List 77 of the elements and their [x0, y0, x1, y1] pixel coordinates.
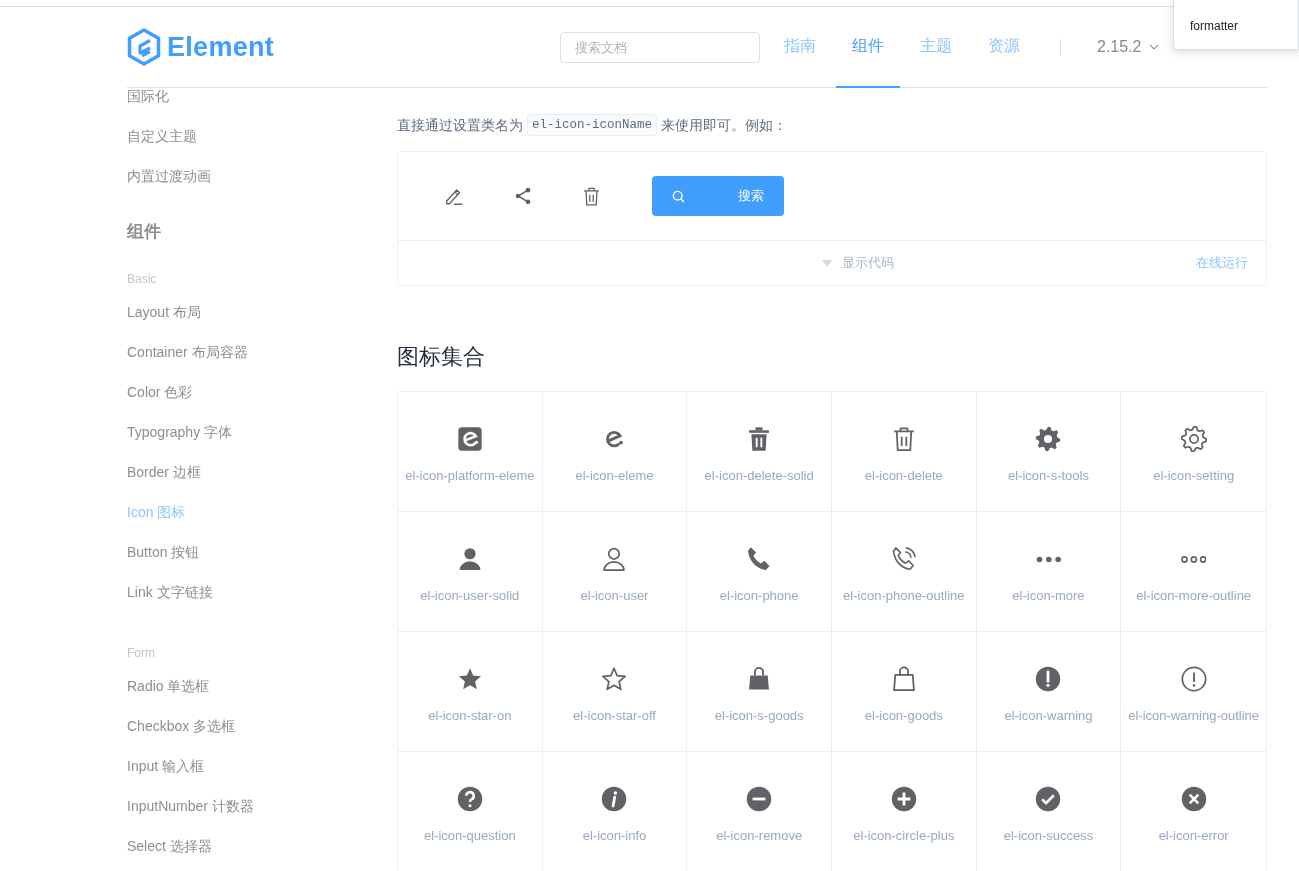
icon-name: el-icon-user: [579, 587, 650, 604]
sidebar-link[interactable]: Typography 字体: [127, 424, 233, 442]
icon-name: el-icon-remove: [715, 827, 804, 844]
sidebar-link[interactable]: Color 色彩: [127, 384, 193, 402]
chevron-down-icon[interactable]: [1149, 44, 1160, 50]
logo-text[interactable]: Element: [167, 31, 275, 63]
icon-name: el-icon-s-tools: [1007, 467, 1090, 484]
show-code-link[interactable]: 显示代码: [842, 254, 894, 272]
check-icon: [1034, 785, 1063, 813]
icon-name: el-icon-platform-eleme: [404, 467, 536, 484]
trash-icon: [581, 185, 602, 207]
minus-icon: [745, 785, 774, 813]
sidebar-link[interactable]: Layout 布局: [127, 304, 201, 322]
section-title: 图标集合: [397, 343, 486, 371]
exclamation-icon: [1179, 665, 1208, 693]
icon-name: el-icon-warning: [1003, 707, 1094, 724]
icon-name: el-icon-delete: [863, 467, 944, 484]
icon-name: el-icon-s-goods: [713, 707, 805, 724]
icon-name: el-icon-error: [1157, 827, 1230, 844]
version-select[interactable]: 2.15.2: [1097, 38, 1142, 56]
sidebar-link[interactable]: InputNumber 计数器: [127, 798, 254, 816]
search-field[interactable]: 搜索文档: [560, 31, 760, 63]
sidebar-link[interactable]: 自定义主题: [127, 128, 197, 146]
exclamation-icon: [1034, 665, 1063, 693]
icon-name: el-icon-goods: [863, 707, 944, 724]
icon-name: el-icon-question: [422, 827, 517, 844]
dots-icon: [1035, 555, 1062, 563]
search-icon: [672, 189, 685, 203]
info-icon: [600, 785, 629, 813]
nav-link[interactable]: 组件: [836, 7, 900, 88]
icon-name: el-icon-phone-outline: [842, 587, 966, 604]
icon-name: el-icon-user-solid: [419, 587, 521, 604]
icon-name: el-icon-warning-outline: [1127, 707, 1261, 724]
icon-name: el-icon-star-off: [572, 707, 657, 724]
sidebar-link[interactable]: 国际化: [127, 88, 169, 106]
sidebar-link[interactable]: Select 选择器: [127, 838, 212, 856]
usage-text: 来使用即可。例如：: [661, 116, 788, 135]
icon-name: el-icon-success: [1002, 827, 1095, 844]
sidebar-link[interactable]: 内置过渡动画: [127, 168, 211, 186]
close-icon: [1179, 785, 1208, 813]
share-icon: [513, 186, 533, 206]
dots-icon: [1180, 555, 1207, 563]
search-button[interactable]: 搜索: [652, 176, 784, 216]
icon-name: el-icon-eleme: [574, 467, 655, 484]
sidebar-link[interactable]: Input 输入框: [127, 758, 205, 776]
icon-name: el-icon-setting: [1152, 467, 1236, 484]
icon-name: el-icon-delete-solid: [703, 467, 815, 484]
sidebar-link[interactable]: Container 布局容器: [127, 344, 248, 362]
nav-link[interactable]: 主题: [904, 7, 968, 88]
icon-name: el-icon-more-outline: [1135, 587, 1253, 604]
icon-name: el-icon-more: [1011, 587, 1086, 604]
eleme-logo-icon: [455, 425, 484, 453]
sidebar-link[interactable]: Link 文字链接: [127, 584, 213, 602]
usage-text: 直接通过设置类名为: [397, 116, 523, 135]
tooltip: formatter: [1173, 0, 1299, 50]
icon-name: el-icon-info: [581, 827, 648, 844]
nav-link[interactable]: 资源: [972, 7, 1036, 88]
gear-icon: [1179, 425, 1208, 453]
sidebar-link[interactable]: Checkbox 多选框: [127, 718, 236, 736]
sidebar-link[interactable]: Icon 图标: [127, 504, 186, 522]
icon-name: el-icon-circle-plus: [852, 827, 956, 844]
nav-link[interactable]: 指南: [768, 7, 832, 88]
code-snippet: el-icon-iconName: [527, 114, 658, 136]
sidebar-link[interactable]: Border 边框: [127, 464, 201, 482]
icon-name: el-icon-star-on: [427, 707, 513, 724]
run-online-link[interactable]: 在线运行: [1196, 254, 1248, 272]
question-icon: [455, 785, 484, 813]
star-icon: [600, 665, 629, 693]
sidebar-link[interactable]: Radio 单选框: [127, 678, 210, 696]
sidebar-heading: 组件: [127, 220, 161, 243]
sidebar-link[interactable]: Button 按钮: [127, 544, 200, 562]
logo-icon: [127, 28, 161, 66]
gear-icon: [1034, 425, 1063, 453]
sidebar-group-label: Basic: [127, 272, 157, 286]
sidebar-group-label: Form: [127, 646, 155, 660]
plus-icon: [889, 785, 918, 813]
icon-name: el-icon-phone: [718, 587, 800, 604]
